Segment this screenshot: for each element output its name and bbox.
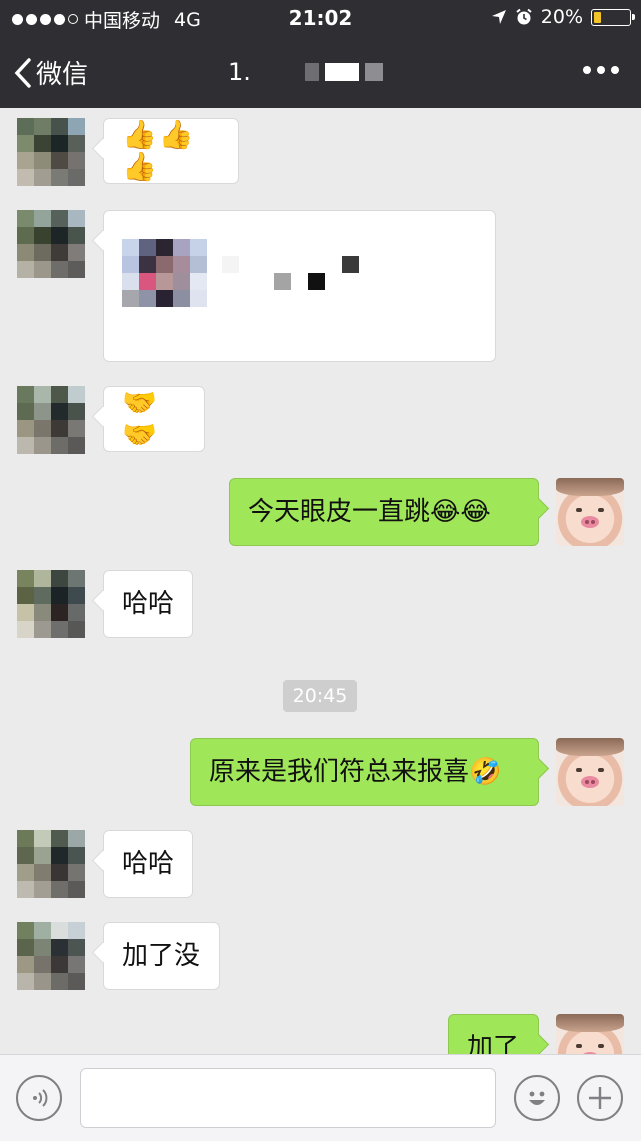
message-text: 哈哈 — [122, 849, 175, 879]
plus-icon — [589, 1087, 611, 1109]
nav-bar: 微信 1. — [0, 36, 641, 108]
message-text: 今天眼皮一直跳😂😂 — [248, 497, 491, 527]
top-bar: 中国移动 4G 21:02 20% 微信 1. — [0, 0, 641, 108]
chat-area[interactable]: 👍👍👍 🤝🤝 今天眼皮一直跳😂😂 哈哈 20:45 原来是我们符总来报喜🤣 哈哈… — [0, 108, 641, 1054]
blur-pixel — [222, 256, 239, 273]
card-thumbnail — [122, 239, 207, 307]
blur-pixel — [308, 273, 325, 290]
message-bubble-in[interactable]: 哈哈 — [103, 830, 193, 898]
message-text: 🤝🤝 — [122, 386, 159, 451]
more-button[interactable] — [583, 66, 619, 74]
emoji-icon — [529, 1091, 545, 1105]
chat-title: 1. — [228, 58, 383, 86]
contact-avatar[interactable] — [17, 386, 85, 454]
back-button[interactable]: 微信 — [14, 54, 88, 91]
location-arrow-icon — [491, 10, 506, 24]
my-avatar[interactable] — [556, 478, 624, 546]
back-label: 微信 — [36, 60, 89, 90]
contact-avatar[interactable] — [17, 118, 85, 186]
message-text: 原来是我们符总来报喜🤣 — [209, 757, 502, 787]
alarm-icon — [516, 8, 532, 25]
more-features-button[interactable] — [577, 1075, 623, 1121]
voice-button[interactable] — [16, 1075, 62, 1121]
message-text: 加了没 — [122, 941, 201, 971]
voice-icon — [33, 1089, 48, 1107]
battery-fill — [594, 11, 601, 23]
status-right: 20% — [491, 6, 635, 28]
message-bubble-in[interactable]: 哈哈 — [103, 570, 193, 638]
message-text: 哈哈 — [122, 589, 175, 619]
battery-icon — [591, 8, 635, 26]
my-avatar[interactable] — [556, 1014, 624, 1054]
contact-avatar[interactable] — [17, 210, 85, 278]
message-bubble-in[interactable]: 加了没 — [103, 922, 220, 990]
emoji-button[interactable] — [514, 1075, 560, 1121]
title-blur-2 — [324, 63, 359, 81]
message-bubble-out[interactable]: 加了 — [448, 1014, 539, 1054]
message-input[interactable] — [80, 1068, 496, 1128]
title-blur-3 — [364, 63, 383, 81]
message-text: 加了 — [467, 1033, 520, 1054]
message-bubble-in[interactable]: 👍👍👍 — [103, 118, 239, 184]
my-avatar[interactable] — [556, 738, 624, 806]
timestamp-divider: 20:45 — [283, 680, 357, 712]
more-dots-icon — [583, 66, 619, 74]
link-card-bubble[interactable] — [103, 210, 496, 362]
battery-percent: 20% — [540, 6, 583, 28]
contact-avatar[interactable] — [17, 830, 85, 898]
chat-title-text: 1. — [228, 58, 251, 86]
contact-avatar[interactable] — [17, 570, 85, 638]
blur-pixel — [342, 256, 359, 273]
title-blur-1 — [304, 63, 319, 81]
message-text: 👍👍👍 — [122, 118, 196, 183]
back-chevron-icon — [14, 57, 31, 88]
message-bubble-out[interactable]: 原来是我们符总来报喜🤣 — [190, 738, 539, 806]
blur-pixel — [274, 273, 291, 290]
message-bubble-in[interactable]: 🤝🤝 — [103, 386, 205, 452]
status-bar: 中国移动 4G 21:02 20% — [0, 0, 641, 36]
input-bar — [0, 1054, 641, 1141]
message-bubble-out[interactable]: 今天眼皮一直跳😂😂 — [229, 478, 539, 546]
contact-avatar[interactable] — [17, 922, 85, 990]
